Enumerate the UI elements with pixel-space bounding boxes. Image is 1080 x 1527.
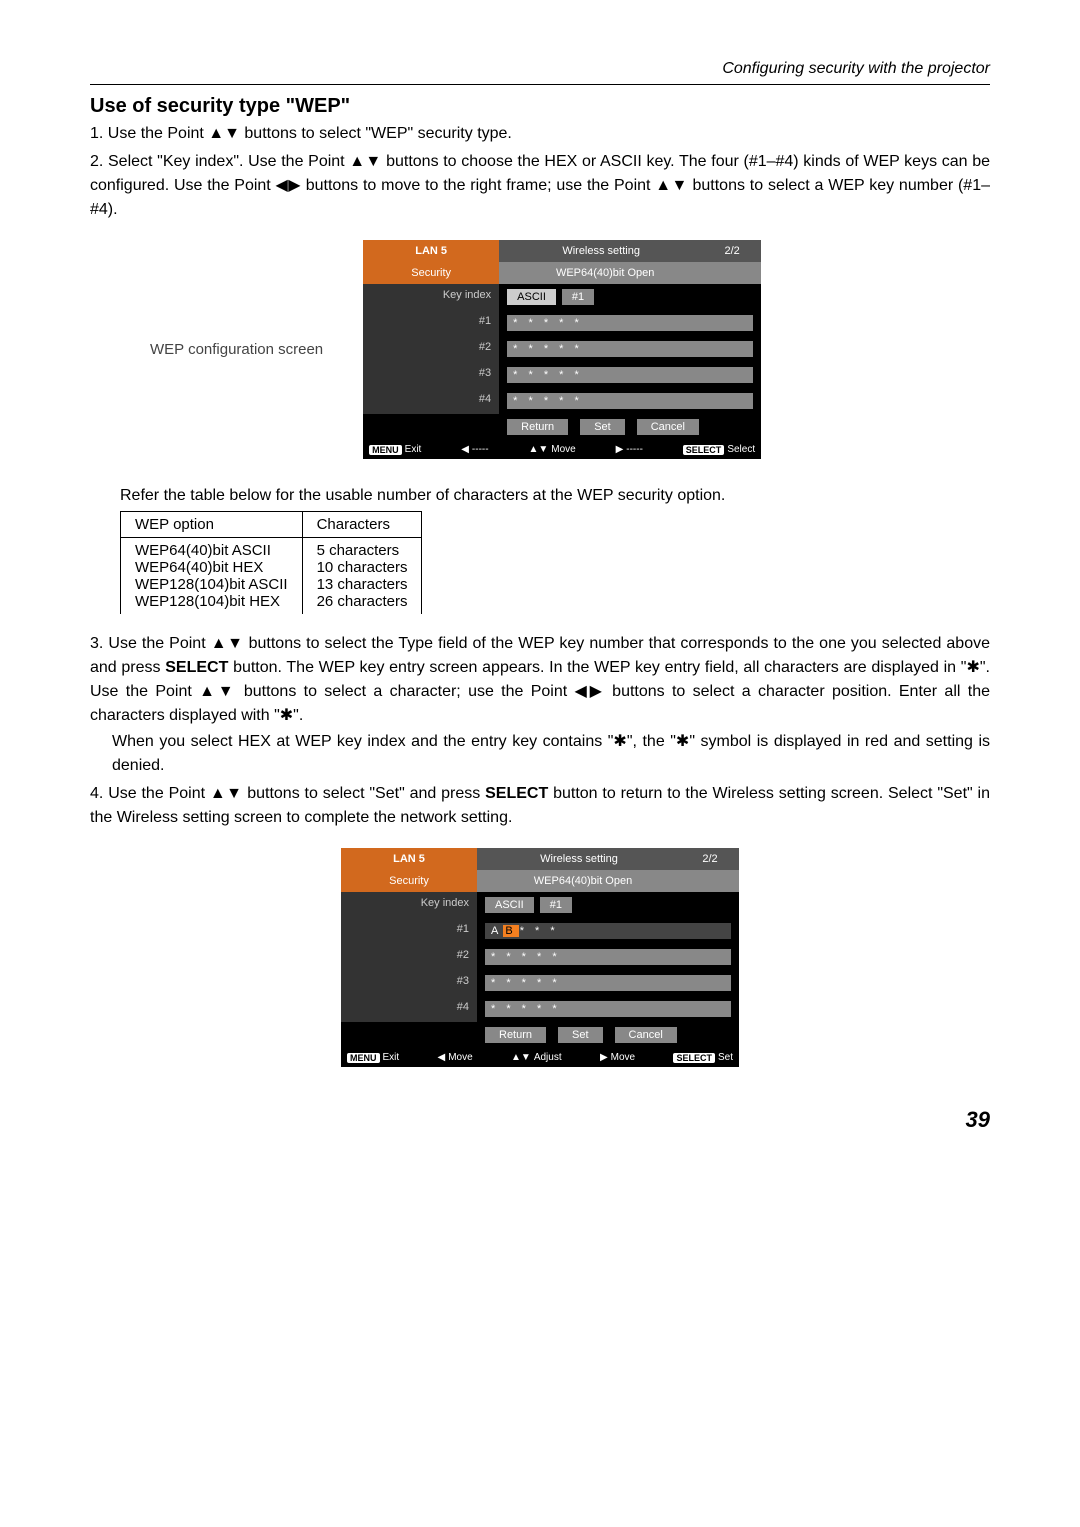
step-1: 1. Use the Point ▲▼ buttons to select "W… [90,122,990,146]
ms2-k3-label: #3 [341,970,477,996]
ms2-footer: MENU Exit ◀ Move ▲▼ Adjust ▶ Move SELECT… [341,1048,739,1067]
ms1-rdash: ----- [626,444,643,455]
ms2-k2-label: #2 [341,944,477,970]
ms2-k2-field[interactable]: * * * * * [485,949,731,965]
ms1-keyindex-row: ASCII #1 [499,284,761,310]
table-intro: Refer the table below for the usable num… [120,487,990,505]
ms2-set-button[interactable]: Set [558,1027,603,1043]
step-2: 2. Select "Key index". Use the Point ▲▼ … [90,150,990,222]
step-3-select: SELECT [165,659,228,676]
char-r0c0: WEP64(40)bit ASCII [135,542,288,559]
char-r3c1: 26 characters [317,593,408,610]
char-r1c0: WEP64(40)bit HEX [135,559,288,576]
ms1-title: Wireless setting [499,240,703,262]
ms2-k1-cursor: B [503,925,518,937]
right-arrow-icon: ▶ [616,444,624,455]
menu-badge: MENU [369,445,402,455]
ms2-rmove: Move [611,1052,635,1063]
ms1-k3-label: #3 [363,362,499,388]
ms1-keyindex-num[interactable]: #1 [562,289,594,305]
ms1-keyindex-label: Key index [363,284,499,310]
ms1-ldash: ----- [472,444,489,455]
ms1-security-value: WEP64(40)bit Open [499,262,711,284]
char-r2c1: 13 characters [317,576,408,593]
ms1-exit: Exit [405,444,422,455]
ms2-security-value: WEP64(40)bit Open [477,870,689,892]
char-r2c0: WEP128(104)bit ASCII [135,576,288,593]
step-3: 3. Use the Point ▲▼ buttons to select th… [90,632,990,778]
page-header: Configuring security with the projector [90,60,990,85]
ms1-return-button[interactable]: Return [507,419,568,435]
char-r0c1: 5 characters [317,542,408,559]
step-3d: When you select HEX at WEP key index and… [90,730,990,778]
ms1-k4-field[interactable]: * * * * * [507,393,753,409]
ms2-security-blank [689,870,739,892]
right-arrow-icon-2: ▶ [600,1052,608,1063]
ms1-footer: MENU Exit ◀ ----- ▲▼ Move ▶ ----- SELECT… [363,440,761,459]
char-th-0: WEP option [121,512,303,538]
step-2-text: 2. Select "Key index". Use the Point ▲▼ … [90,153,990,218]
ms2-return-button[interactable]: Return [485,1027,546,1043]
ms2-page: 2/2 [681,848,739,870]
ms1-set-button[interactable]: Set [580,419,625,435]
ms1-k2-field[interactable]: * * * * * [507,341,753,357]
ms2-k4-field[interactable]: * * * * * [485,1001,731,1017]
ms2-k4-label: #4 [341,996,477,1022]
ms2-lan: LAN 5 [341,848,477,870]
ms2-keyindex-ascii[interactable]: ASCII [485,897,534,913]
menu-badge-2: MENU [347,1053,380,1063]
ms1-k1-field[interactable]: * * * * * [507,315,753,331]
select-badge: SELECT [683,445,725,455]
step-4-select: SELECT [485,785,548,802]
ms1-buttons-spacer [363,414,499,440]
ms2-lmove: Move [448,1052,472,1063]
ms2-k1-label: #1 [341,918,477,944]
select-badge-2: SELECT [673,1053,715,1063]
ms2-k1-rest: * * * [520,925,559,937]
left-arrow-icon: ◀ [461,444,469,455]
ms2-set-hint: Set [718,1052,733,1063]
char-th-1: Characters [302,512,422,538]
ms2-keyindex-num[interactable]: #1 [540,897,572,913]
ms2-cancel-button[interactable]: Cancel [615,1027,677,1043]
ms1-keyindex-ascii[interactable]: ASCII [507,289,556,305]
wep-config-screen-2: LAN 5 Wireless setting 2/2 Security WEP6… [341,848,739,1067]
ms1-k1-label: #1 [363,310,499,336]
ms1-k2-label: #2 [363,336,499,362]
ms1-security-label: Security [363,262,499,284]
wep-config-screen-1: LAN 5 Wireless setting 2/2 Security WEP6… [363,240,761,459]
ms1-lan: LAN 5 [363,240,499,262]
ms1-page: 2/2 [703,240,761,262]
page-number: 39 [90,1107,990,1133]
ms2-buttons-spacer [341,1022,477,1048]
updown-arrow-icon-2: ▲▼ [511,1052,531,1063]
ms2-k1-a: A [491,925,502,937]
ms1-k4-label: #4 [363,388,499,414]
ms1-security-blank [711,262,761,284]
updown-arrow-icon: ▲▼ [528,444,548,455]
ms1-k3-field[interactable]: * * * * * [507,367,753,383]
step-4a: 4. Use the Point ▲▼ buttons to select "S… [90,785,485,802]
ms1-select: Select [727,444,755,455]
section-title: Use of security type "WEP" [90,95,990,118]
ms2-exit: Exit [383,1052,400,1063]
ms2-k3-field[interactable]: * * * * * [485,975,731,991]
ms2-title: Wireless setting [477,848,681,870]
ms2-adjust: Adjust [534,1052,562,1063]
char-r1c1: 10 characters [317,559,408,576]
ms2-security-label: Security [341,870,477,892]
left-arrow-icon-2: ◀ [438,1052,446,1063]
ms1-move: Move [551,444,575,455]
ms2-keyindex-label: Key index [341,892,477,918]
wep-char-table: WEP option Characters WEP64(40)bit ASCII… [120,511,422,614]
char-r3c0: WEP128(104)bit HEX [135,593,288,610]
screen1-caption: WEP configuration screen [150,341,323,358]
ms1-cancel-button[interactable]: Cancel [637,419,699,435]
step-4: 4. Use the Point ▲▼ buttons to select "S… [90,782,990,830]
ms2-k1-field[interactable]: AB* * * [485,923,731,939]
